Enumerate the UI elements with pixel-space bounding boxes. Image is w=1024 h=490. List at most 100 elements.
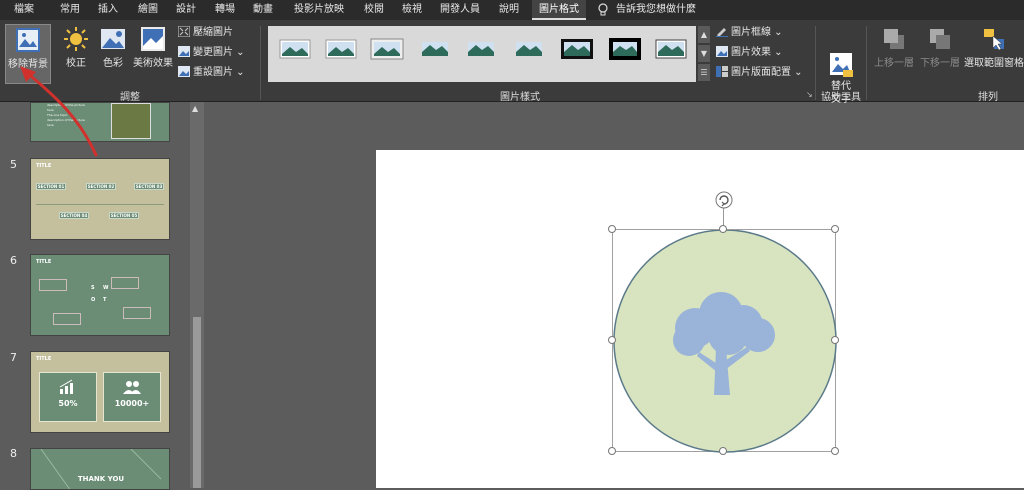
artistic-effects-button[interactable]: 美術效果 (132, 26, 174, 69)
reset-picture-icon (178, 66, 190, 77)
picture-style-6[interactable] (512, 36, 546, 62)
section-box: SECTION 03 (134, 183, 164, 190)
selection-pane-icon (981, 26, 1007, 52)
bring-forward-icon (881, 26, 907, 52)
picture-layout-button[interactable]: 圖片版面配置 ⌄ (716, 66, 803, 80)
tab-transitions[interactable]: 轉場 (207, 0, 243, 20)
group-divider (866, 26, 867, 100)
tab-draw[interactable]: 繪圖 (130, 0, 166, 20)
gallery-more[interactable]: ☰ (698, 64, 710, 81)
send-backward-icon (927, 26, 953, 52)
tab-developer[interactable]: 開發人員 (434, 0, 486, 20)
stat-card: 10000+ (103, 372, 161, 422)
picture-style-1[interactable] (278, 36, 312, 62)
swot-letter: S (91, 285, 95, 291)
picture-border-button[interactable]: 圖片框線 ⌄ (716, 26, 783, 40)
bring-forward-label: 上移一層 (874, 58, 914, 69)
slide-thumbnail-8[interactable]: THANK YOU (30, 448, 170, 490)
picture-styles-group-label: 圖片樣式 (500, 92, 540, 103)
compress-label: 壓縮圖片 (193, 27, 233, 38)
tab-animations[interactable]: 動畫 (245, 0, 281, 20)
slide-number: 6 (10, 254, 17, 267)
resize-handle-sw[interactable] (608, 447, 616, 455)
slide-title: TITLE (36, 259, 52, 265)
swot-letter: O (91, 297, 96, 303)
stat-card: 50% (39, 372, 97, 422)
rotate-handle-icon[interactable] (715, 191, 733, 209)
picture-layout-icon (716, 66, 728, 77)
stat-value: 50% (58, 399, 78, 408)
change-picture-button[interactable]: 變更圖片 ⌄ (178, 46, 245, 60)
scrollbar-thumb[interactable] (193, 317, 201, 488)
gallery-scroll-down[interactable]: ▼ (698, 45, 710, 62)
tab-picture-format[interactable]: 圖片格式 (532, 0, 586, 20)
resize-handle-se[interactable] (831, 447, 839, 455)
tell-me-search[interactable]: 告訴我您想做什麼 (616, 0, 716, 20)
swot-box (39, 279, 67, 291)
picture-style-2[interactable] (324, 36, 358, 62)
picture-style-7[interactable] (560, 36, 594, 62)
slide-number: 7 (10, 351, 17, 364)
send-backward-button[interactable]: 下移一層 (918, 26, 962, 69)
section-box: SECTION 05 (109, 212, 139, 219)
picture-style-8[interactable] (608, 36, 642, 62)
swot-box (123, 307, 151, 319)
slide-thumbnail-7[interactable]: TITLE 50% 10000+ (30, 351, 170, 433)
pencil-icon (716, 26, 728, 37)
swot-box (53, 313, 81, 325)
picture-border-label: 圖片框線 (731, 27, 771, 38)
picture-style-3[interactable] (370, 36, 404, 62)
picture-effects-button[interactable]: 圖片效果 ⌄ (716, 46, 783, 60)
send-backward-label: 下移一層 (920, 58, 960, 69)
tab-review[interactable]: 校閱 (356, 0, 392, 20)
change-picture-label: 變更圖片 (193, 47, 233, 58)
picture-layout-label: 圖片版面配置 (731, 67, 791, 78)
group-divider (260, 26, 261, 100)
picture-styles-gallery (268, 26, 696, 82)
tab-slideshow[interactable]: 投影片放映 (288, 0, 350, 20)
thumbnail-scrollbar[interactable]: ▲ (190, 102, 204, 488)
reset-picture-button[interactable]: 重設圖片 ⌄ (178, 66, 245, 80)
slide-thumbnail-6[interactable]: TITLE S W O T (30, 254, 170, 336)
picture-style-4[interactable] (418, 36, 452, 62)
change-picture-icon (178, 46, 190, 57)
tab-help[interactable]: 說明 (491, 0, 527, 20)
picture-effects-label: 圖片效果 (731, 47, 771, 58)
picture-effects-icon (716, 46, 728, 57)
gallery-scroll-up[interactable]: ▲ (698, 26, 710, 43)
compress-pictures-button[interactable]: 壓縮圖片 (177, 25, 233, 40)
slide-title: THANK YOU (77, 475, 125, 483)
resize-handle-s[interactable] (719, 447, 727, 455)
section-box: SECTION 04 (59, 212, 89, 219)
dialog-launcher-icon[interactable]: ↘ (806, 90, 813, 99)
tab-design[interactable]: 設計 (168, 0, 204, 20)
selection-pane-label: 選取範圍窗格 (964, 58, 1024, 69)
reset-picture-label: 重設圖片 (193, 67, 233, 78)
scroll-up-arrow-icon[interactable]: ▲ (192, 104, 198, 113)
resize-handle-n[interactable] (719, 225, 727, 233)
picture-style-9[interactable] (654, 36, 688, 62)
swot-letter: T (103, 297, 107, 303)
people-icon (123, 381, 141, 394)
picture-style-5[interactable] (464, 36, 498, 62)
resize-handle-ne[interactable] (831, 225, 839, 233)
timeline-line (36, 204, 164, 205)
section-box: SECTION 01 (36, 183, 66, 190)
slide-number: 8 (10, 447, 17, 460)
resize-handle-nw[interactable] (608, 225, 616, 233)
selection-pane-button[interactable]: 選取範圍窗格 (964, 26, 1024, 69)
tree-circle-graphic (613, 230, 837, 453)
slide-thumbnail-5[interactable]: TITLE SECTION 01 SECTION 02 SECTION 03 S… (30, 158, 170, 240)
swot-letter: W (103, 285, 109, 291)
bring-forward-button[interactable]: 上移一層 (872, 26, 916, 69)
ribbon-tab-bar: 檔案 常用 插入 繪圖 設計 轉場 動畫 投影片放映 校閱 檢視 開發人員 說明… (0, 0, 1024, 20)
stat-value: 10000+ (114, 399, 150, 408)
tab-view[interactable]: 檢視 (394, 0, 430, 20)
resize-handle-w[interactable] (608, 336, 616, 344)
section-box: SECTION 02 (86, 183, 116, 190)
artistic-effects-icon (140, 26, 166, 52)
slide-8-decoration (40, 449, 162, 489)
resize-handle-e[interactable] (831, 336, 839, 344)
slide-title: TITLE (36, 356, 52, 362)
selected-picture[interactable] (612, 229, 837, 453)
